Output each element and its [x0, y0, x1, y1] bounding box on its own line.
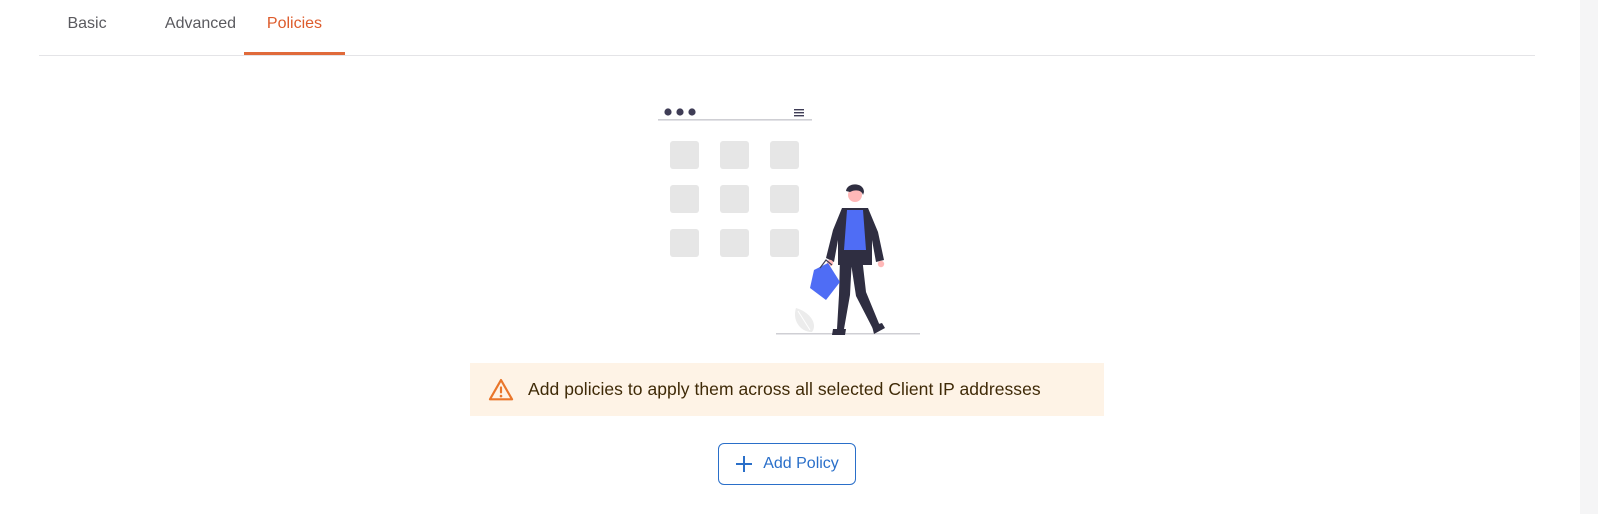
policies-panel: Basic Advanced Policies Add policies to … [0, 0, 1598, 514]
add-policy-button[interactable]: Add Policy [718, 443, 856, 485]
info-alert: Add policies to apply them across all se… [470, 363, 1104, 416]
tab-advanced[interactable]: Advanced [142, 0, 259, 54]
tab-bar: Basic Advanced Policies [39, 0, 1535, 56]
plus-icon [736, 456, 753, 472]
empty-state-illustration [658, 108, 920, 335]
add-policy-label: Add Policy [763, 455, 839, 472]
alert-message: Add policies to apply them across all se… [528, 379, 1041, 399]
tab-basic[interactable]: Basic [39, 0, 135, 54]
tab-policies[interactable]: Policies [244, 0, 345, 55]
warning-triangle-icon [488, 378, 514, 400]
scrollbar-track[interactable] [1580, 0, 1598, 514]
